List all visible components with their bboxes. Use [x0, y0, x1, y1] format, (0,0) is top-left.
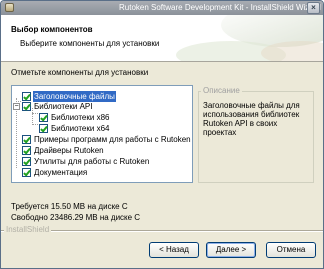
close-button[interactable]: × — [307, 2, 320, 14]
title-bar[interactable]: Rutoken Software Development Kit - Insta… — [1, 1, 323, 15]
tree-guide-line — [32, 124, 38, 125]
tree-item-label: Документация — [34, 168, 88, 177]
space-required: Требуется 15.50 MB на диске C — [11, 202, 128, 211]
tree-guide-line — [32, 113, 38, 114]
component-checkbox[interactable] — [22, 168, 31, 177]
component-tree[interactable]: Заголовочные файлы − Библиотеки API Библ… — [11, 85, 193, 183]
back-button[interactable]: < Назад — [149, 242, 199, 258]
page-title: Выбор компонентов — [11, 25, 93, 34]
component-checkbox[interactable] — [22, 92, 31, 101]
tree-item-label: Библиотеки x64 — [51, 124, 110, 133]
wizard-header: Выбор компонентов Выберите компоненты дл… — [1, 15, 323, 62]
cancel-button[interactable]: Отмена — [266, 242, 316, 258]
installshield-brand: InstallShield — [4, 225, 52, 234]
next-button[interactable]: Далее > — [206, 242, 256, 258]
component-checkbox[interactable] — [39, 113, 48, 122]
tree-item-label: Примеры программ для работы с Rutoken — [34, 135, 191, 144]
window-title: Rutoken Software Development Kit - Insta… — [119, 3, 321, 12]
component-checkbox[interactable] — [22, 146, 31, 155]
component-checkbox[interactable] — [22, 157, 31, 166]
tree-collapse-toggle[interactable]: − — [13, 103, 20, 110]
page-subtitle: Выберите компоненты для установки — [20, 39, 160, 48]
component-checkbox[interactable] — [22, 135, 31, 144]
description-legend: Описание — [201, 86, 242, 95]
installer-window: Rutoken Software Development Kit - Insta… — [0, 0, 324, 269]
component-checkbox[interactable] — [39, 124, 48, 133]
instruction-text: Отметьте компоненты для установки — [11, 68, 149, 77]
tree-item-label: Библиотеки API — [34, 102, 93, 111]
tree-item-label: Библиотеки x86 — [51, 113, 110, 122]
header-banner-art — [161, 15, 323, 61]
installer-app-icon — [5, 3, 14, 12]
tree-guide-line — [16, 101, 21, 102]
space-available: Свободно 23486.29 MB на диске C — [11, 213, 141, 222]
component-checkbox[interactable] — [22, 102, 31, 111]
tree-item-label: Утилиты для работы с Rutoken — [34, 157, 150, 166]
description-text: Заголовочные файлы для использования биб… — [203, 101, 300, 137]
tree-item-label: Драйверы Rutoken — [34, 146, 104, 155]
